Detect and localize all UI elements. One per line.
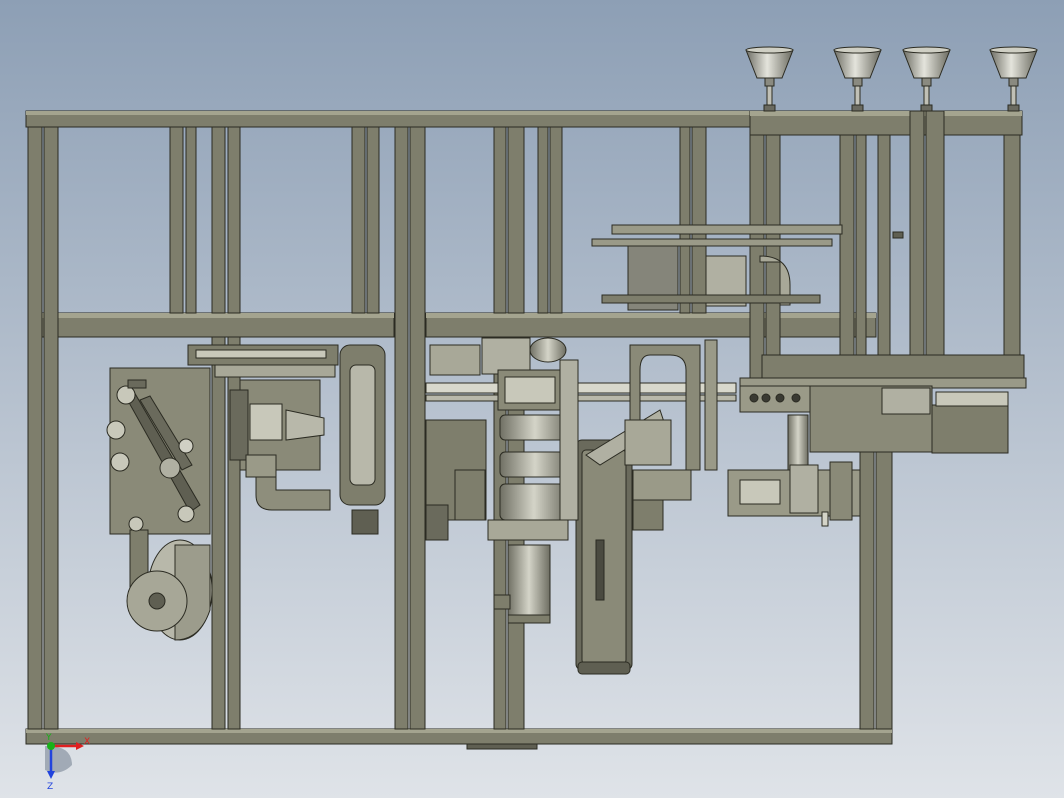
model-canvas[interactable]: X Y Z [0, 0, 1064, 798]
cad-viewport[interactable]: X Y Z [0, 0, 1064, 798]
triad-x-label: X [84, 737, 90, 747]
triad-y-label: Y [45, 733, 52, 743]
triad-z-label: Z [47, 782, 53, 792]
